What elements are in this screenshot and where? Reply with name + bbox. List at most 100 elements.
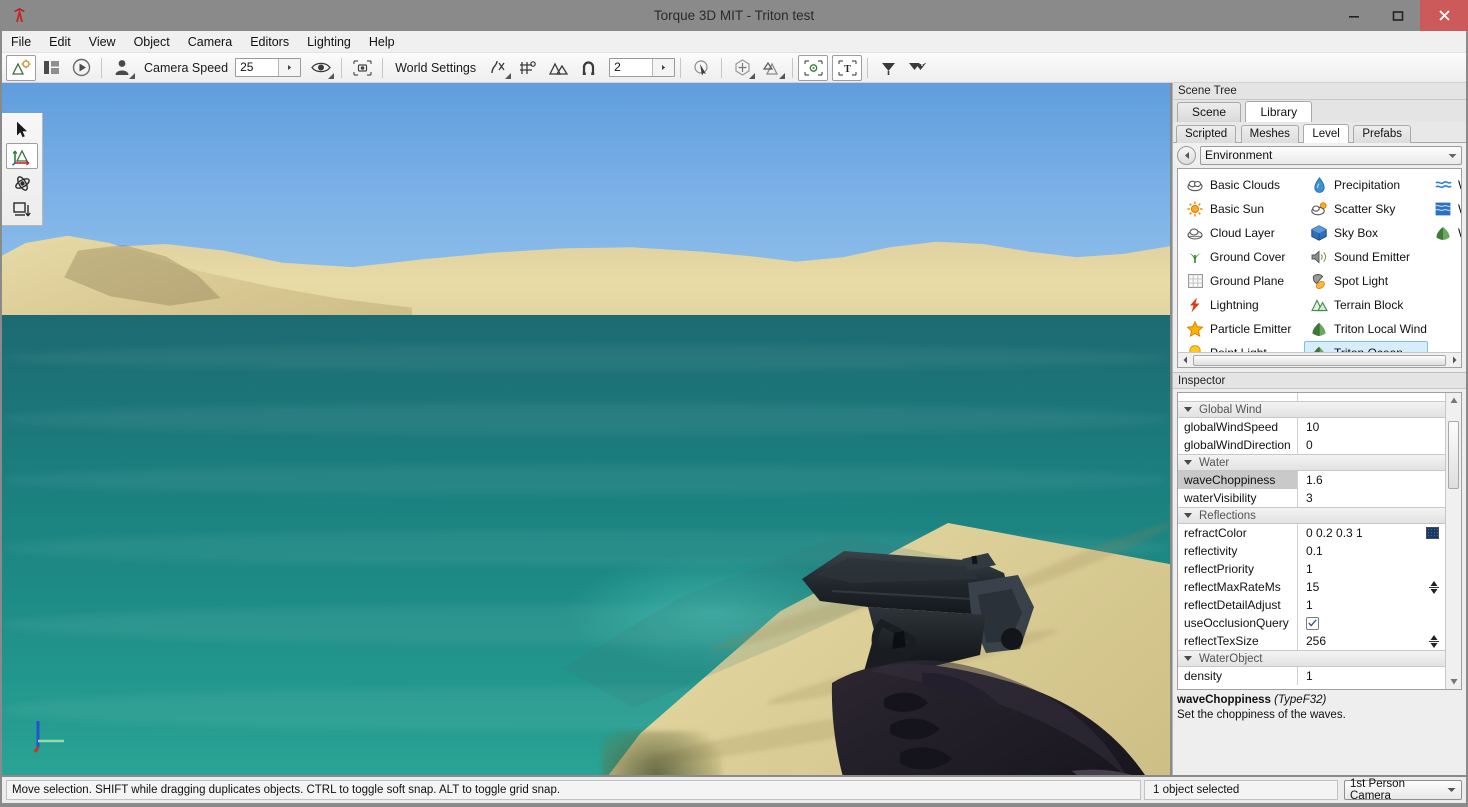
minimize-icon[interactable] [1332, 0, 1376, 31]
library-item-scatter-sky[interactable]: Scatter Sky [1304, 197, 1428, 221]
inspector-scroll-thumb[interactable] [1448, 421, 1459, 489]
drop-object-icon[interactable] [873, 55, 903, 81]
tab-scene[interactable]: Scene [1177, 102, 1241, 122]
inspector-row-reflectivity[interactable]: reflectivity 0.1 [1178, 542, 1445, 560]
close-icon[interactable] [1420, 0, 1468, 31]
library-item-terrain-block[interactable]: Terrain Block [1304, 293, 1428, 317]
library-item-water-block[interactable]: Wa [1428, 197, 1462, 221]
menu-item-camera[interactable]: Camera [179, 31, 241, 53]
library-item-water-plane[interactable]: Wa [1428, 173, 1462, 197]
grid-snap-icon[interactable] [513, 55, 543, 81]
inspector-row-watervisibility[interactable]: waterVisibility 3 [1178, 489, 1445, 507]
world-settings-label[interactable]: World Settings [388, 61, 483, 75]
rotate-gizmo-icon[interactable] [6, 170, 38, 196]
3d-viewport[interactable] [2, 83, 1170, 775]
scroll-down-icon[interactable] [1447, 675, 1460, 688]
library-item-cloud-layer[interactable]: Cloud Layer [1180, 221, 1304, 245]
inspector-row-reflectmaxratems[interactable]: reflectMaxRateMs 15 [1178, 578, 1445, 596]
property-value[interactable]: 256 [1298, 632, 1445, 650]
camera-speed-dropdown-icon[interactable] [278, 59, 300, 76]
person-camera-icon[interactable] [107, 55, 137, 81]
scroll-right-icon[interactable] [1447, 354, 1461, 367]
select-arrow-icon[interactable] [6, 116, 38, 142]
subtab-scripted[interactable]: Scripted [1176, 125, 1236, 143]
move-gizmo-icon[interactable] [6, 143, 38, 169]
inspector-row-wavechoppiness[interactable]: waveChoppiness 1.6 [1178, 471, 1445, 489]
inspector-row-density[interactable]: density 1 [1178, 667, 1445, 685]
color-swatch[interactable] [1426, 527, 1439, 539]
inspector-row-reflectpriority[interactable]: reflectPriority 1 [1178, 560, 1445, 578]
subtab-meshes[interactable]: Meshes [1241, 125, 1299, 143]
scroll-left-icon[interactable] [1178, 354, 1192, 367]
library-item-spot-light[interactable]: Spot Light [1304, 269, 1428, 293]
inspector-row-reflectdetailadjust[interactable]: reflectDetailAdjust 1 [1178, 596, 1445, 614]
world-editor-icon[interactable] [6, 55, 36, 81]
category-dropdown[interactable]: Environment [1200, 146, 1462, 165]
scroll-up-icon[interactable] [1447, 394, 1460, 407]
inspector-group-reflections[interactable]: Reflections [1178, 507, 1445, 524]
grid-size-value[interactable]: 2 [610, 59, 652, 76]
soft-snap-icon[interactable] [483, 55, 513, 81]
property-value[interactable]: 1 [1298, 560, 1445, 578]
inspector-row-refractcolor[interactable]: refractColor 0 0.2 0.3 1 [1178, 524, 1445, 542]
menu-item-object[interactable]: Object [125, 31, 179, 53]
eye-icon[interactable] [306, 55, 336, 81]
menu-item-lighting[interactable]: Lighting [298, 31, 360, 53]
property-value[interactable]: 0.1 [1298, 542, 1445, 560]
library-horizontal-scrollbar[interactable] [1178, 352, 1461, 367]
inspector-group-waterobject[interactable]: WaterObject [1178, 650, 1445, 667]
inspector-row-reflecttexsize[interactable]: reflectTexSize 256 [1178, 632, 1445, 650]
library-item-sky-box[interactable]: Sky Box [1304, 221, 1428, 245]
stepper-icon[interactable] [1428, 634, 1440, 649]
terrain-snap-icon[interactable] [543, 55, 573, 81]
library-item-list[interactable]: Basic Clouds Basic Su [1177, 168, 1462, 368]
library-item-sound-emitter[interactable]: Sound Emitter [1304, 245, 1428, 269]
subtab-level[interactable]: Level [1303, 124, 1349, 143]
library-item-basic-clouds[interactable]: Basic Clouds [1180, 173, 1304, 197]
inspector-row-globalwindspeed[interactable]: globalWindSpeed 10 [1178, 418, 1445, 436]
library-item-basic-sun[interactable]: Basic Sun [1180, 197, 1304, 221]
library-item-triton-local-wind[interactable]: Triton Local Wind [1304, 317, 1428, 341]
maximize-icon[interactable] [1376, 0, 1420, 31]
magnet-snap-icon[interactable] [573, 55, 603, 81]
text-display-icon[interactable]: T [832, 55, 862, 81]
property-value[interactable]: 0 0.2 0.3 1 [1298, 524, 1445, 542]
property-value[interactable]: 3 [1298, 489, 1445, 507]
select-arrow-icon[interactable] [686, 55, 716, 81]
property-value[interactable]: 1 [1298, 596, 1445, 614]
grid-size-input[interactable]: 2 [609, 58, 675, 77]
library-item-ground-plane[interactable]: Ground Plane [1180, 269, 1304, 293]
library-item-ground-cover[interactable]: Ground Cover [1180, 245, 1304, 269]
camera-mode-dropdown[interactable]: 1st Person Camera [1344, 780, 1462, 800]
terrain-center-icon[interactable] [757, 55, 787, 81]
subtab-prefabs[interactable]: Prefabs [1353, 125, 1411, 143]
menu-item-help[interactable]: Help [360, 31, 404, 53]
bounds-display-icon[interactable] [798, 55, 828, 81]
drop-multiple-icon[interactable] [903, 55, 933, 81]
checkbox[interactable] [1306, 617, 1319, 630]
camera-speed-input[interactable]: 25 [235, 58, 301, 77]
library-scroll-thumb[interactable] [1193, 355, 1446, 366]
library-item-wind[interactable]: Wir [1428, 221, 1462, 245]
play-icon[interactable] [66, 55, 96, 81]
stepper-icon[interactable] [1428, 580, 1440, 595]
library-item-lightning[interactable]: Lightning [1180, 293, 1304, 317]
inspector-group-global-wind[interactable]: Global Wind [1178, 401, 1445, 418]
camera-speed-value[interactable]: 25 [236, 59, 278, 76]
library-item-precipitation[interactable]: Precipitation [1304, 173, 1428, 197]
back-arrow-icon[interactable] [1177, 146, 1196, 165]
menu-item-editors[interactable]: Editors [241, 31, 298, 53]
property-value[interactable]: 10 [1298, 418, 1445, 436]
object-center-icon[interactable] [727, 55, 757, 81]
property-value[interactable]: 1 [1298, 667, 1445, 685]
snapshot-icon[interactable] [347, 55, 377, 81]
tab-library[interactable]: Library [1245, 101, 1312, 122]
panel-layout-icon[interactable] [36, 55, 66, 81]
inspector-row-useocclusionquery[interactable]: useOcclusionQuery [1178, 614, 1445, 632]
inspector-vertical-scrollbar[interactable] [1445, 393, 1461, 689]
property-value[interactable]: 15 [1298, 578, 1445, 596]
menu-item-view[interactable]: View [80, 31, 125, 53]
grid-size-dropdown-icon[interactable] [652, 59, 674, 76]
menu-item-file[interactable]: File [2, 31, 40, 53]
property-value[interactable]: 1.6 [1298, 471, 1445, 489]
